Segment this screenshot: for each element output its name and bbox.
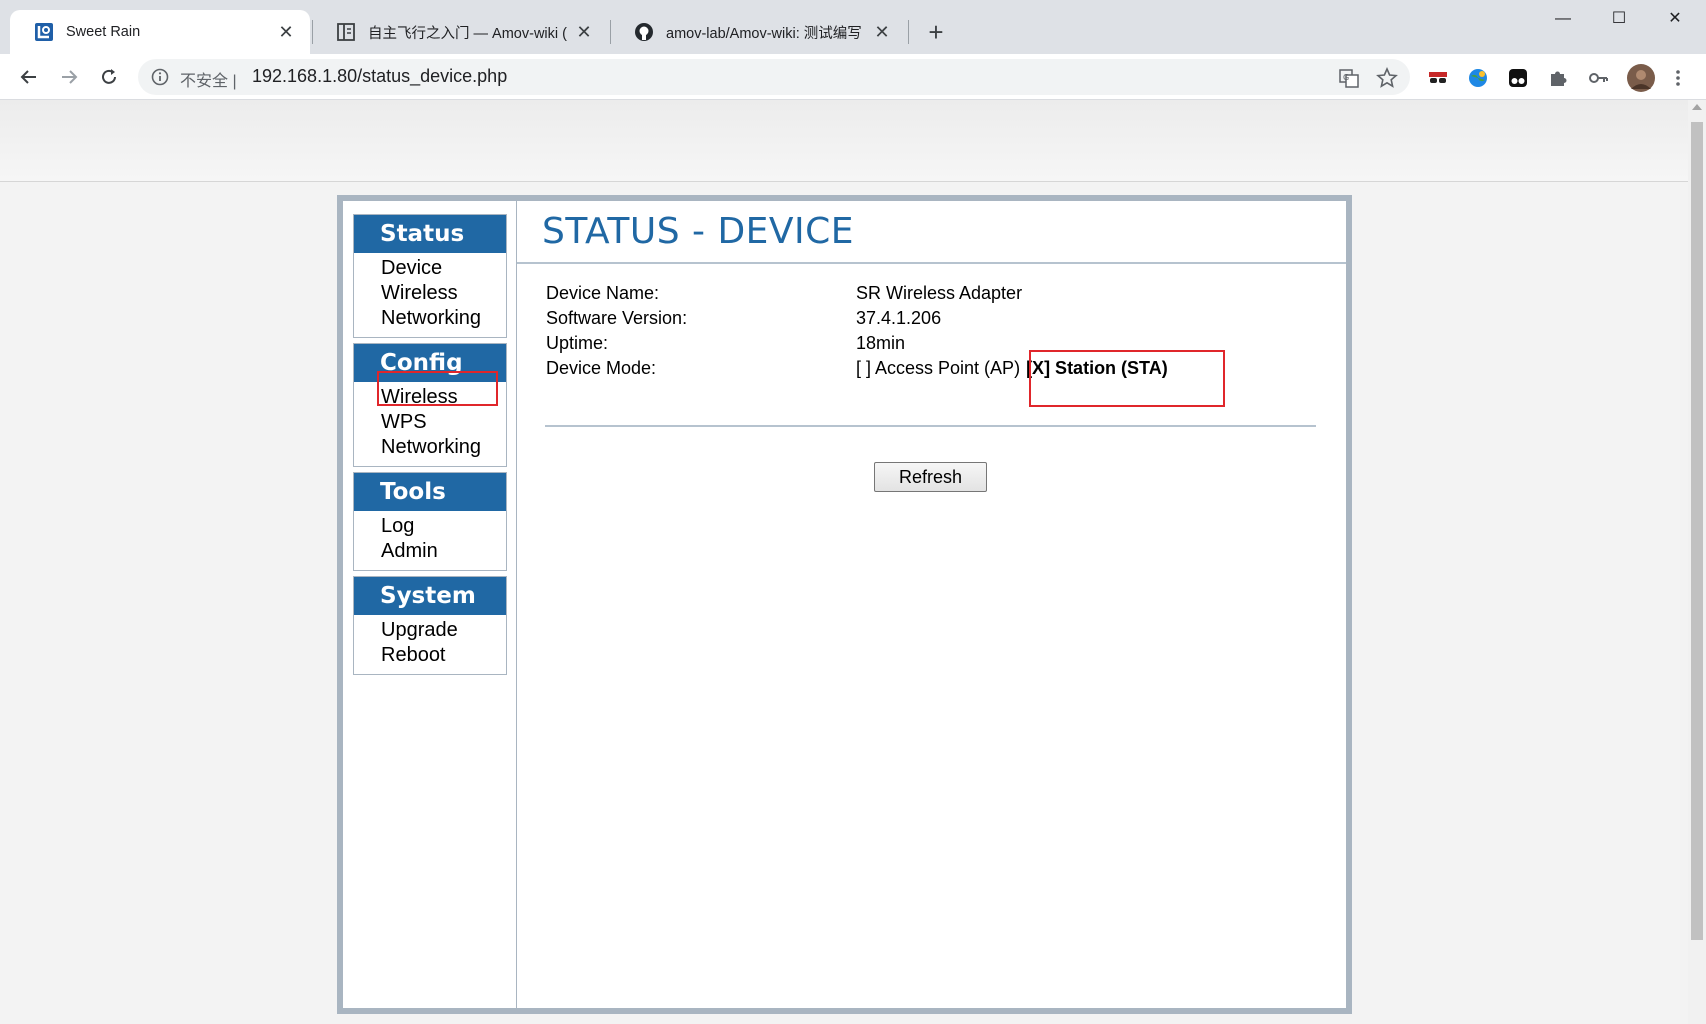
forward-button[interactable] bbox=[54, 62, 84, 92]
incognito-extension-icon[interactable] bbox=[1426, 66, 1450, 90]
tab-github[interactable]: amov-lab/Amov-wiki: 测试编写 ✕ bbox=[610, 10, 906, 54]
menu-item-config-networking[interactable]: Networking bbox=[354, 435, 506, 460]
tab-strip: Sweet Rain ✕ 自主飞行之入门 — Amov-wiki ( ✕ amo… bbox=[0, 0, 1706, 54]
book-icon bbox=[336, 22, 356, 42]
tab-sweet-rain[interactable]: Sweet Rain ✕ bbox=[10, 10, 310, 54]
info-value: 18min bbox=[856, 333, 906, 353]
minimize-button[interactable]: — bbox=[1540, 4, 1586, 34]
reload-button[interactable] bbox=[94, 62, 124, 92]
info-label: Software Version: bbox=[546, 308, 688, 328]
info-value: 37.4.1.206 bbox=[856, 308, 942, 328]
tab-title: amov-lab/Amov-wiki: 测试编写 bbox=[666, 25, 862, 42]
content-frame-inner: Status Device Wireless Networking Config… bbox=[343, 201, 1346, 1008]
menu-section-tools: Tools Log Admin bbox=[353, 472, 507, 571]
info-value: SR Wireless Adapter bbox=[856, 283, 1023, 303]
menu-item-tools-log[interactable]: Log bbox=[354, 514, 506, 539]
tab-close-icon[interactable]: ✕ bbox=[276, 22, 296, 42]
security-separator: | bbox=[232, 73, 237, 90]
tab-close-icon[interactable]: ✕ bbox=[574, 22, 594, 42]
browser-menu-icon[interactable] bbox=[1666, 66, 1690, 90]
highlight-box-station-mode bbox=[1029, 350, 1225, 407]
menu-item-system-reboot[interactable]: Reboot bbox=[354, 643, 506, 668]
tab-title: 自主飞行之入门 — Amov-wiki ( bbox=[368, 25, 567, 42]
menu-item-system-upgrade[interactable]: Upgrade bbox=[354, 618, 506, 643]
menu-section-system: System Upgrade Reboot bbox=[353, 576, 507, 675]
highlight-box-config-wireless bbox=[377, 371, 498, 406]
url-text[interactable]: 192.168.1.80/status_device.php bbox=[252, 66, 507, 87]
svg-text:G: G bbox=[1343, 73, 1349, 82]
github-icon bbox=[634, 22, 654, 42]
info-label: Device Name: bbox=[546, 283, 660, 303]
tab-amov-wiki[interactable]: 自主飞行之入门 — Amov-wiki ( ✕ bbox=[312, 10, 608, 54]
menu-item-config-wps[interactable]: WPS bbox=[354, 410, 506, 435]
tab-separator bbox=[908, 20, 909, 44]
page-viewport: Status Device Wireless Networking Config… bbox=[0, 100, 1688, 1024]
mode-option-ap: [ ] Access Point (AP) bbox=[856, 358, 1021, 378]
translate-icon[interactable]: G bbox=[1338, 67, 1360, 89]
address-bar[interactable]: 不安全 | 192.168.1.80/status_device.php G bbox=[138, 59, 1410, 95]
info-label: Uptime: bbox=[546, 333, 609, 353]
content-frame: Status Device Wireless Networking Config… bbox=[337, 195, 1352, 1014]
menu-item-status-device[interactable]: Device bbox=[354, 256, 506, 281]
reload-icon bbox=[102, 69, 116, 84]
menu-item-status-wireless[interactable]: Wireless bbox=[354, 281, 506, 306]
tab-title: Sweet Rain bbox=[66, 24, 141, 40]
menu-section-status: Status Device Wireless Networking bbox=[353, 214, 507, 338]
menu-item-tools-admin[interactable]: Admin bbox=[354, 539, 506, 564]
security-label: 不安全 bbox=[180, 73, 229, 90]
new-tab-button[interactable]: + bbox=[922, 18, 950, 46]
scrollbar-thumb[interactable] bbox=[1691, 122, 1703, 940]
back-button[interactable] bbox=[14, 62, 44, 92]
menu-heading-status: Status bbox=[354, 215, 506, 253]
passwords-key-icon[interactable] bbox=[1586, 66, 1610, 90]
refresh-button[interactable]: Refresh bbox=[874, 462, 987, 492]
extensions-puzzle-icon[interactable] bbox=[1546, 66, 1570, 90]
info-divider bbox=[545, 425, 1316, 427]
tab-close-icon[interactable]: ✕ bbox=[872, 22, 892, 42]
window-close-button[interactable]: ✕ bbox=[1652, 4, 1698, 34]
menu-heading-tools: Tools bbox=[354, 473, 506, 511]
page-header-band bbox=[0, 100, 1688, 182]
menu-heading-system: System bbox=[354, 577, 506, 615]
arrow-left-icon bbox=[20, 70, 36, 84]
tampermonkey-extension-icon[interactable] bbox=[1506, 66, 1530, 90]
profile-avatar[interactable] bbox=[1626, 63, 1656, 93]
menu-item-status-networking[interactable]: Networking bbox=[354, 306, 506, 331]
vertical-scrollbar[interactable] bbox=[1688, 100, 1706, 1024]
info-icon[interactable] bbox=[150, 67, 170, 87]
scroll-up-arrow-icon[interactable] bbox=[1692, 104, 1702, 110]
maximize-button[interactable]: ☐ bbox=[1596, 4, 1642, 34]
page-title: STATUS - DEVICE bbox=[542, 211, 855, 252]
arrow-right-icon bbox=[62, 70, 78, 84]
title-divider bbox=[517, 262, 1346, 264]
browser-toolbar: 不安全 | 192.168.1.80/status_device.php G bbox=[0, 54, 1706, 100]
bookmark-star-icon[interactable] bbox=[1376, 66, 1398, 89]
sidebar-divider bbox=[516, 201, 517, 1008]
sweet-rain-favicon-icon bbox=[34, 22, 54, 42]
info-label: Device Mode: bbox=[546, 358, 657, 378]
globe-extension-icon[interactable] bbox=[1466, 66, 1490, 90]
